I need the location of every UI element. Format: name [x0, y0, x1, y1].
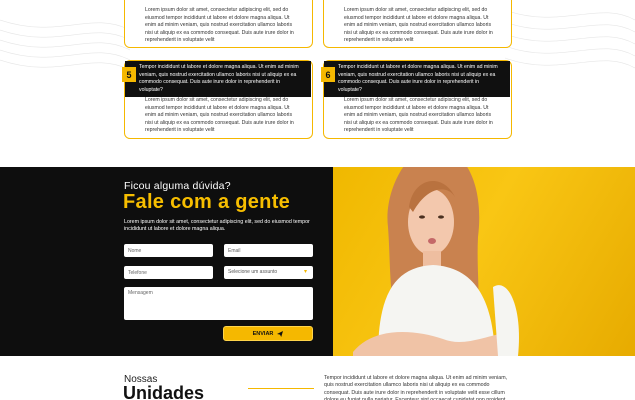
subject-select-value: Selecione um assunto	[228, 269, 278, 275]
feature-card-4: Lorem ipsum dolor sit amet, consectetur …	[323, 0, 512, 48]
subject-select[interactable]: Selecione um assunto ▾	[224, 266, 313, 279]
feature-number-5: 5	[122, 67, 136, 82]
feature-number-6: 6	[321, 67, 335, 82]
paper-plane-icon	[277, 330, 284, 337]
contact-section: Ficou alguma dúvida? Fale com a gente Lo…	[0, 167, 635, 356]
phone-input[interactable]	[124, 266, 213, 279]
features-section: Lorem ipsum dolor sit amet, consectetur …	[0, 0, 635, 167]
feature-card-header-text: Tempor incididunt ut labore et dolore ma…	[338, 64, 498, 93]
contact-intro: Lorem ipsum dolor sit amet, consectetur …	[124, 219, 310, 233]
feature-card-5: Tempor incididunt ut labore et dolore ma…	[124, 60, 313, 139]
feature-card-text: Lorem ipsum dolor sit amet, consectetur …	[344, 7, 493, 44]
units-divider	[248, 388, 314, 389]
contact-title: Fale com a gente	[123, 191, 291, 213]
decorative-lines	[0, 9, 635, 71]
woman-photo	[353, 167, 519, 356]
message-textarea[interactable]	[124, 287, 313, 320]
chevron-down-icon: ▾	[304, 269, 308, 275]
feature-card-header-text: Tempor incididunt ut labore et dolore ma…	[139, 64, 299, 93]
name-input[interactable]	[124, 244, 213, 257]
send-button[interactable]: ENVIAR	[223, 326, 313, 341]
units-section: Nossas Unidades Tempor incididunt ut lab…	[0, 356, 635, 400]
feature-card-3: Lorem ipsum dolor sit amet, consectetur …	[124, 0, 313, 48]
units-title: Unidades	[123, 383, 205, 400]
email-input[interactable]	[224, 244, 313, 257]
send-button-label: ENVIAR	[252, 330, 274, 337]
feature-card-header: Tempor incididunt ut labore et dolore ma…	[125, 61, 311, 98]
units-text: Tempor incididunt ut labore et dolore ma…	[324, 375, 508, 400]
feature-card-text: Lorem ipsum dolor sit amet, consectetur …	[145, 7, 294, 44]
feature-card-6: Tempor incididunt ut labore et dolore ma…	[323, 60, 512, 139]
feature-card-header: Tempor incididunt ut labore et dolore ma…	[324, 61, 510, 98]
